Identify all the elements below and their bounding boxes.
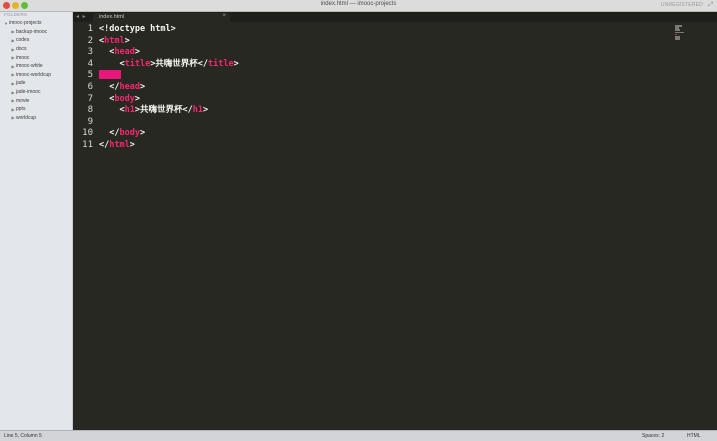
folder-label: imooc-worldcup xyxy=(16,71,52,78)
code-line[interactable]: <h1>共嗨世界杯</h1> xyxy=(99,105,239,117)
line-number: 4 xyxy=(87,58,93,69)
folder-item[interactable]: ▶ ppts xyxy=(0,105,72,114)
folder-label: imooc xyxy=(16,54,30,61)
code-line[interactable] xyxy=(99,117,239,129)
folder-item[interactable]: ▶ imooc xyxy=(0,53,72,62)
code-area[interactable]: <!doctype html> <html> <head> <title>共嗨世界… xyxy=(99,24,239,152)
line-number: 5 xyxy=(87,70,93,81)
window-titlebar: index.html — imooc-projects UNREGISTERED… xyxy=(0,0,717,12)
folders-header: FOLDERS xyxy=(4,12,28,17)
tab-bar: ◂ ▸ index.html × xyxy=(73,12,717,22)
code-line[interactable]: </html> xyxy=(99,140,239,152)
status-bar: Line 5, Column 5 Spaces: 2 HTML xyxy=(0,430,717,441)
folder-label: codes xyxy=(16,37,30,44)
folder-item[interactable]: ▶ docs xyxy=(0,45,72,54)
line-number: 6 xyxy=(87,81,93,92)
indentation-setting[interactable]: Spaces: 2 xyxy=(642,433,664,439)
folder-root[interactable]: ▼ imooc-projects xyxy=(0,19,72,28)
folder-item[interactable]: ▶ jade-imooc xyxy=(0,88,72,97)
folder-label: movie xyxy=(16,97,30,104)
folder-item[interactable]: ▶ jade xyxy=(0,79,72,88)
folder-label: imooc-white xyxy=(16,63,43,70)
line-number: 1 xyxy=(87,24,93,34)
code-line[interactable]: <!doctype html> xyxy=(99,24,239,36)
syntax-mode[interactable]: HTML xyxy=(687,433,701,439)
line-number: 11 xyxy=(82,139,93,150)
folder-label: jade xyxy=(16,80,26,87)
line-number: 10 xyxy=(82,128,93,139)
line-number: 3 xyxy=(87,47,93,58)
minimap[interactable] xyxy=(675,25,685,40)
code-line[interactable]: <head> xyxy=(99,47,239,59)
text-selection xyxy=(99,70,121,80)
folder-label: ppts xyxy=(16,106,26,113)
window-title: index.html — imooc-projects xyxy=(320,1,397,7)
tab-label: index.html xyxy=(99,14,125,20)
sidebar: FOLDERS ▼ imooc-projects ▶ backup-imooc ▶… xyxy=(0,12,73,430)
folder-label: jade-imooc xyxy=(16,89,41,96)
folder-item[interactable]: ▶ movie xyxy=(0,96,72,105)
tab-index-html[interactable]: index.html × xyxy=(93,13,230,22)
code-line[interactable]: </head> xyxy=(99,82,239,94)
folder-label: docs xyxy=(16,46,27,53)
folder-item[interactable]: ▶ backup-imooc xyxy=(0,28,72,37)
close-tab-icon[interactable]: × xyxy=(222,13,226,19)
minimap-line xyxy=(675,38,680,40)
folder-item[interactable]: ▶ imooc-worldcup xyxy=(0,71,72,80)
cursor-position: Line 5, Column 5 xyxy=(4,433,42,439)
line-number: 7 xyxy=(87,93,93,104)
code-line[interactable]: <body> xyxy=(99,94,239,106)
folder-label: backup-imooc xyxy=(16,28,48,35)
line-number: 8 xyxy=(87,105,93,116)
tab-nav-arrows-icon[interactable]: ◂ ▸ xyxy=(76,13,87,20)
code-line[interactable]: <title>共嗨世界杯</title> xyxy=(99,59,238,71)
folder-item[interactable]: ▶ worldcup xyxy=(0,114,72,123)
fullscreen-icon[interactable]: ⤢ xyxy=(708,2,713,9)
line-number: 2 xyxy=(87,35,93,46)
code-line[interactable] xyxy=(99,70,239,82)
folder-tree: ▼ imooc-projects ▶ backup-imooc ▶ codes ▶ d… xyxy=(0,19,72,122)
code-line[interactable]: <html> xyxy=(99,36,239,48)
folder-item[interactable]: ▶ imooc-white xyxy=(0,62,72,71)
unregistered-label: UNREGISTERED xyxy=(660,2,703,8)
line-number: 9 xyxy=(87,116,93,127)
folder-item[interactable]: ▶ codes xyxy=(0,36,72,45)
folder-label: worldcup xyxy=(16,114,37,121)
code-editor[interactable]: 1 2 3 4 5 6 7 8 9 10 11 <!doctype html> <… xyxy=(73,22,717,430)
line-number-gutter: 1 2 3 4 5 6 7 8 9 10 11 xyxy=(73,24,93,152)
folder-label: imooc-projects xyxy=(9,20,42,27)
code-line[interactable]: </body> xyxy=(99,128,239,140)
